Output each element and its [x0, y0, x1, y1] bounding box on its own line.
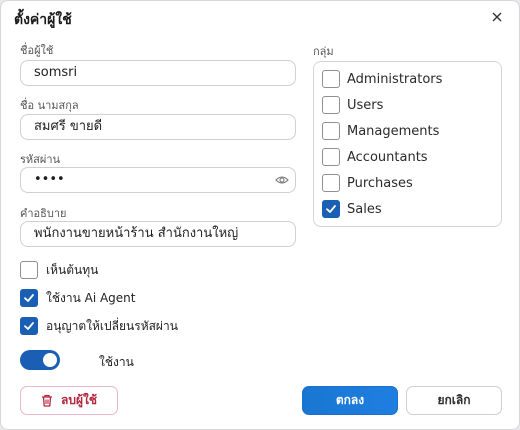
password-value: ••••	[34, 172, 65, 187]
active-toggle-label: ใช้งาน	[99, 355, 134, 369]
see-cost-option[interactable]: เห็นต้นทุน	[20, 260, 98, 280]
group-item-accountants[interactable]: Accountants	[322, 147, 428, 167]
description-label: คำอธิบาย	[20, 207, 67, 220]
checkbox[interactable]	[322, 70, 340, 88]
user-settings-dialog: ตั้งค่าผู้ใช้ ชื่อผู้ใช้ somsri ชื่อ นาม…	[0, 0, 520, 430]
allow-password-change-option[interactable]: อนุญาตให้เปลี่ยนรหัสผ่าน	[20, 316, 178, 336]
username-value: somsri	[34, 65, 78, 80]
group-item-managements[interactable]: Managements	[322, 121, 439, 141]
check-icon	[326, 205, 336, 213]
description-input[interactable]: พนักงานขายหน้าร้าน สำนักงานใหญ่	[20, 221, 296, 247]
password-label: รหัสผ่าน	[20, 153, 61, 166]
checkbox[interactable]	[20, 261, 38, 279]
description-value: พนักงานขายหน้าร้าน สำนักงานใหญ่	[34, 226, 239, 241]
close-icon	[492, 12, 502, 22]
dialog-title: ตั้งค่าผู้ใช้	[14, 12, 72, 28]
check-icon	[24, 294, 34, 302]
checkbox[interactable]	[322, 122, 340, 140]
ai-agent-option[interactable]: ใช้งาน Ai Agent	[20, 288, 136, 308]
checkbox[interactable]	[322, 96, 340, 114]
username-label: ชื่อผู้ใช้	[20, 44, 54, 57]
checkbox[interactable]	[322, 174, 340, 192]
check-icon	[24, 322, 34, 330]
close-button[interactable]	[487, 7, 507, 27]
username-input[interactable]: somsri	[20, 60, 296, 86]
groups-list: Administrators Users Managements Account…	[313, 61, 502, 227]
checkbox-checked[interactable]	[322, 200, 340, 218]
ok-button[interactable]: ตกลง	[302, 386, 398, 415]
groups-label: กลุ่ม	[313, 45, 334, 58]
active-toggle[interactable]	[20, 350, 60, 370]
trash-icon	[41, 394, 52, 407]
cancel-button[interactable]: ยกเลิก	[406, 386, 502, 415]
group-item-purchases[interactable]: Purchases	[322, 173, 413, 193]
group-item-users[interactable]: Users	[322, 95, 383, 115]
fullname-label: ชื่อ นามสกุล	[20, 99, 79, 112]
password-input[interactable]: ••••	[20, 167, 296, 193]
group-item-sales[interactable]: Sales	[322, 199, 382, 219]
checkbox-checked[interactable]	[20, 289, 38, 307]
checkbox[interactable]	[322, 148, 340, 166]
fullname-value: สมศรี ขายดี	[34, 119, 103, 134]
toggle-knob	[43, 353, 57, 367]
checkbox-checked[interactable]	[20, 317, 38, 335]
fullname-input[interactable]: สมศรี ขายดี	[20, 114, 296, 140]
group-item-administrators[interactable]: Administrators	[322, 69, 442, 89]
delete-user-button[interactable]: ลบผู้ใช้	[20, 386, 118, 415]
eye-icon[interactable]	[275, 173, 289, 187]
